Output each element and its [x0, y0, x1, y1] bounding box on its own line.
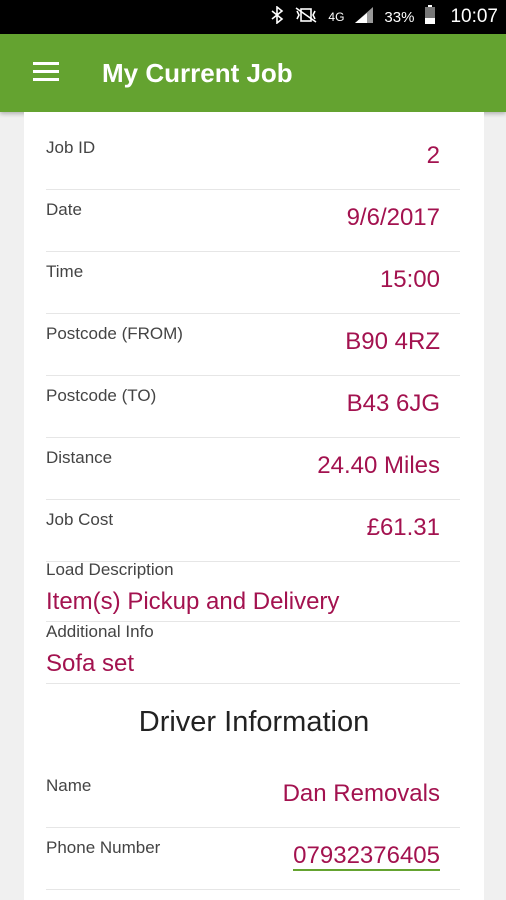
- network-type: 4G: [328, 10, 345, 24]
- postcode-to-label: Postcode (TO): [46, 386, 157, 405]
- hamburger-menu-icon[interactable]: [33, 62, 59, 82]
- driver-phone-label: Phone Number: [46, 838, 161, 857]
- distance-label: Distance: [46, 448, 113, 467]
- driver-section-title: Driver Information: [138, 706, 370, 738]
- time-value: 15:00: [379, 266, 440, 293]
- distance-row: Distance 24.40 Miles: [46, 438, 460, 500]
- driver-name-label: Name: [46, 776, 92, 795]
- date-label: Date: [46, 200, 82, 219]
- date-row: Date 9/6/2017: [46, 190, 460, 252]
- postcode-from-row: Postcode (FROM) B90 4RZ: [46, 314, 460, 376]
- job-details-card: Job ID 2 Date 9/6/2017 Time 15:00 Postco…: [24, 112, 484, 900]
- postcode-to-value: B43 6JG: [346, 390, 440, 417]
- status-time: 10:07: [450, 6, 498, 27]
- additional-info-value: Sofa set: [46, 650, 135, 677]
- driver-phone-row: Phone Number 07932376405: [46, 828, 460, 890]
- load-description-label: Load Description: [46, 560, 174, 579]
- load-description-row: Load Description Item(s) Pickup and Deli…: [46, 560, 460, 622]
- app-bar: My Current Job: [0, 34, 506, 112]
- job-id-value: 2: [426, 142, 440, 169]
- load-description-value: Item(s) Pickup and Delivery: [46, 588, 340, 615]
- battery-icon: [424, 5, 436, 29]
- time-row: Time 15:00: [46, 252, 460, 314]
- time-label: Time: [46, 262, 84, 281]
- job-cost-row: Job Cost £61.31: [46, 500, 460, 562]
- postcode-from-label: Postcode (FROM): [46, 324, 183, 343]
- job-cost-value: £61.31: [366, 514, 440, 541]
- signal-icon: [354, 6, 374, 28]
- postcode-to-row: Postcode (TO) B43 6JG: [46, 376, 460, 438]
- driver-name-row: Name Dan Removals: [46, 766, 460, 828]
- additional-info-row: Additional Info Sofa set: [46, 622, 460, 684]
- additional-info-label: Additional Info: [46, 622, 154, 641]
- job-cost-label: Job Cost: [46, 510, 114, 529]
- job-id-label: Job ID: [46, 138, 96, 157]
- phone-number-link[interactable]: 07932376405: [293, 842, 440, 871]
- job-id-row: Job ID 2: [46, 128, 460, 190]
- driver-name-value: Dan Removals: [282, 780, 440, 807]
- postcode-from-value: B90 4RZ: [345, 328, 440, 355]
- status-icons: 4G 33% 10:07: [270, 0, 498, 34]
- date-value: 9/6/2017: [346, 204, 440, 231]
- status-bar: 4G 33% 10:07: [0, 0, 506, 34]
- distance-value: 24.40 Miles: [317, 452, 440, 479]
- page-title: My Current Job: [102, 58, 293, 88]
- vibrate-mute-icon: [294, 6, 318, 28]
- driver-phone-value: 07932376405: [293, 842, 440, 871]
- battery-level: 33%: [384, 8, 415, 26]
- bluetooth-icon: [270, 5, 284, 28]
